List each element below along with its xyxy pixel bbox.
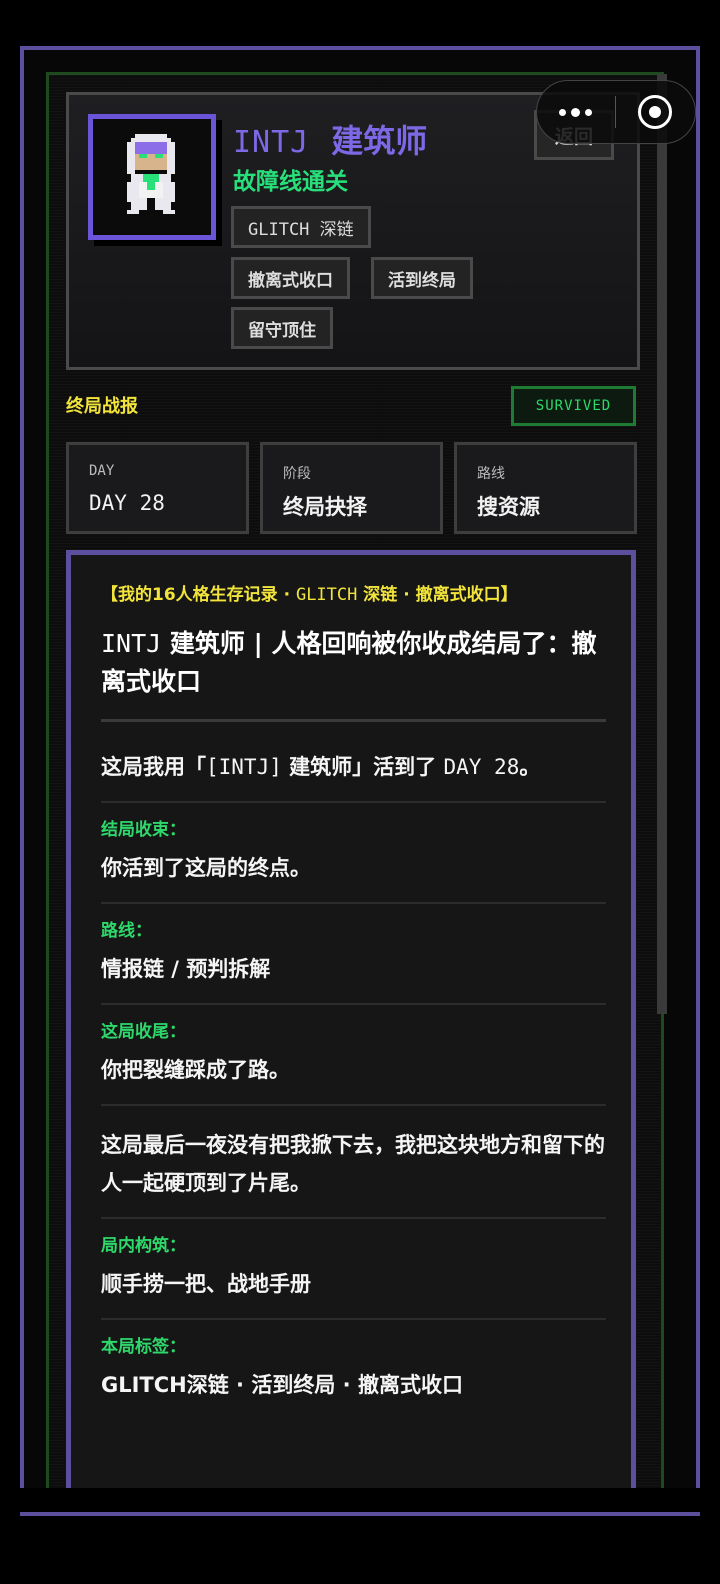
report-title: INTJ 建筑师 | 人格回响被你收成结局了：撤离式收口	[101, 629, 597, 696]
report-item-tags: 本局标签： GLITCH深链 · 活到终局 · 撤离式收口	[101, 1337, 463, 1397]
profile-title: INTJ 建筑师	[233, 116, 427, 162]
tag-survive: 活到终局	[371, 257, 473, 299]
stat-stage: 阶段 终局抉择	[260, 442, 443, 534]
report-header: 【我的16人格生存记录 · GLITCH 深链 · 撤离式收口】	[101, 585, 518, 605]
mini-program-capsule	[536, 80, 696, 144]
scrollbar[interactable]	[657, 74, 667, 1014]
personality-code: INTJ	[233, 125, 310, 160]
stat-route: 路线 搜资源	[454, 442, 637, 534]
stat-label: 阶段	[283, 466, 311, 482]
tag-hold: 留守顶住	[231, 307, 333, 349]
report-item-route: 路线： 情报链 / 预判拆解	[101, 904, 606, 1005]
personality-role: 建筑师	[331, 122, 428, 160]
report-item-ending: 结局收束： 你活到了这局的终点。	[101, 803, 606, 904]
stat-value: DAY 28	[89, 491, 165, 515]
report-content: 【我的16人格生存记录 · GLITCH 深链 · 撤离式收口】 INTJ 建筑…	[101, 583, 606, 1419]
report-item-build: 局内构筑： 顺手捞一把、战地手册	[101, 1219, 606, 1320]
stat-label: DAY	[89, 463, 115, 479]
report-item-wrapup: 这局收尾： 你把裂缝踩成了路。	[101, 1005, 606, 1106]
tag-glitch: GLITCH 深链	[231, 206, 371, 248]
target-circle-icon[interactable]	[616, 81, 696, 143]
report-card: 【我的16人格生存记录 · GLITCH 深链 · 撤离式收口】 INTJ 建筑…	[66, 550, 636, 1540]
pixel-avatar-icon	[127, 134, 175, 214]
report-intro: 这局我用「[INTJ] 建筑师」活到了 DAY 28。	[101, 722, 606, 803]
report-paragraph: 这局最后一夜没有把我掀下去，我把这块地方和留下的人一起硬顶到了片尾。	[101, 1106, 606, 1219]
stat-label: 路线	[477, 466, 505, 482]
stat-day: DAY DAY 28	[66, 442, 249, 534]
more-dots-icon[interactable]	[537, 81, 615, 143]
section-title: 终局战报	[66, 396, 138, 417]
stat-value: 搜资源	[477, 495, 540, 519]
status-badge: SURVIVED	[511, 386, 636, 426]
profile-subtitle: 故障线通关	[233, 169, 348, 195]
bottom-frame-edge	[20, 1488, 700, 1540]
tag-evac: 撤离式收口	[231, 257, 350, 299]
stat-value: 终局抉择	[283, 495, 367, 519]
avatar	[88, 114, 216, 240]
